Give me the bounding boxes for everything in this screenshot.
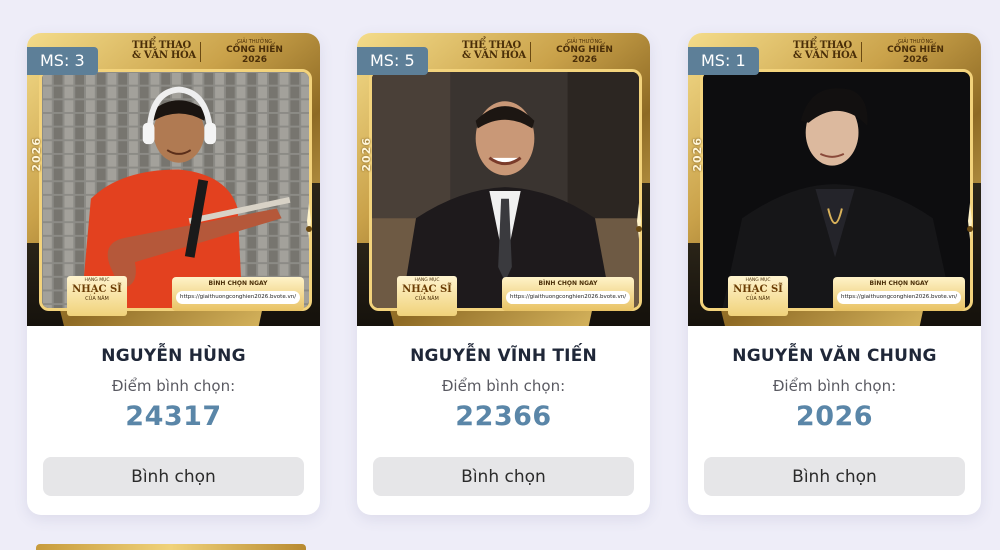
- category-label: HẠNG MỤC NHẠC SĨ CỦA NĂM: [728, 276, 788, 316]
- score-label: Điểm bình chọn:: [111, 377, 236, 395]
- photo-frame: [39, 69, 312, 311]
- candidate-photo: [372, 72, 639, 308]
- candidate-number-badge: MS: 1: [688, 47, 759, 75]
- vote-score: 22366: [455, 401, 552, 432]
- vote-button[interactable]: Bình chọn: [373, 457, 634, 496]
- photo-frame: [369, 69, 642, 311]
- candidate-name: NGUYỄN VĨNH TIẾN: [410, 346, 597, 366]
- candidate-grid: MS: 3 THỂ THAO & VĂN HÓA GIẢI THƯỞNG CỐN…: [0, 0, 1000, 550]
- vote-button[interactable]: Bình chọn: [43, 457, 304, 496]
- trophy-icon: [306, 203, 312, 239]
- vote-score: 24317: [125, 401, 222, 432]
- candidate-poster[interactable]: MS: 3 THỂ THAO & VĂN HÓA GIẢI THƯỞNG CỐN…: [27, 33, 320, 326]
- brand-divider: [530, 42, 531, 62]
- candidate-name: NGUYỄN VĂN CHUNG: [732, 346, 937, 366]
- year-vertical-label: 2026: [360, 137, 373, 172]
- score-label: Điểm bình chọn:: [441, 377, 566, 395]
- brand-logo: THỂ THAO & VĂN HÓA: [462, 40, 526, 61]
- category-label: HẠNG MỤC NHẠC SĨ CỦA NĂM: [67, 276, 127, 316]
- brand-logo: THỂ THAO & VĂN HÓA: [793, 40, 857, 61]
- next-card-peek: [36, 544, 306, 550]
- candidate-photo: [703, 72, 970, 308]
- brand-logo: THỂ THAO & VĂN HÓA: [132, 40, 196, 61]
- vote-now-box: BÌNH CHỌN NGAY https://giaithuongconghie…: [502, 277, 634, 311]
- award-title: GIẢI THƯỞNG CỐNG HIẾN 2026: [887, 39, 944, 65]
- vote-score: 2026: [795, 401, 874, 432]
- candidate-number-badge: MS: 3: [27, 47, 98, 75]
- award-brand-header: THỂ THAO & VĂN HÓA GIẢI THƯỞNG CỐNG HIẾN…: [793, 39, 968, 67]
- award-brand-header: THỂ THAO & VĂN HÓA GIẢI THƯỞNG CỐNG HIẾN…: [462, 39, 637, 67]
- trophy-icon: [967, 203, 973, 239]
- award-brand-header: THỂ THAO & VĂN HÓA GIẢI THƯỞNG CỐNG HIẾN…: [132, 39, 307, 67]
- score-label: Điểm bình chọn:: [772, 377, 897, 395]
- award-title: GIẢI THƯỞNG CỐNG HIẾN 2026: [226, 39, 283, 65]
- vote-url: https://giaithuongconghien2026.bvote.vn/: [176, 291, 300, 304]
- year-vertical-label: 2026: [30, 137, 43, 172]
- vote-url: https://giaithuongconghien2026.bvote.vn/: [506, 291, 630, 304]
- candidate-card: MS: 5 THỂ THAO & VĂN HÓA GIẢI THƯỞNG CỐN…: [357, 33, 650, 515]
- category-label: HẠNG MỤC NHẠC SĨ CỦA NĂM: [397, 276, 457, 316]
- trophy-icon: [636, 203, 642, 239]
- vote-button[interactable]: Bình chọn: [704, 457, 965, 496]
- candidate-poster[interactable]: MS: 1 THỂ THAO & VĂN HÓA GIẢI THƯỞNG CỐN…: [688, 33, 981, 326]
- brand-divider: [861, 42, 862, 62]
- brand-divider: [200, 42, 201, 62]
- photo-frame: [700, 69, 973, 311]
- vote-now-box: BÌNH CHỌN NGAY https://giaithuongconghie…: [172, 277, 304, 311]
- candidate-name: NGUYỄN HÙNG: [101, 346, 246, 366]
- candidate-card: MS: 3 THỂ THAO & VĂN HÓA GIẢI THƯỞNG CỐN…: [27, 33, 320, 515]
- year-vertical-label: 2026: [691, 137, 704, 172]
- candidate-poster[interactable]: MS: 5 THỂ THAO & VĂN HÓA GIẢI THƯỞNG CỐN…: [357, 33, 650, 326]
- award-title: GIẢI THƯỞNG CỐNG HIẾN 2026: [556, 39, 613, 65]
- candidate-photo: [42, 72, 309, 308]
- candidate-number-badge: MS: 5: [357, 47, 428, 75]
- vote-now-box: BÌNH CHỌN NGAY https://giaithuongconghie…: [833, 277, 965, 311]
- candidate-card: MS: 1 THỂ THAO & VĂN HÓA GIẢI THƯỞNG CỐN…: [688, 33, 981, 515]
- vote-url: https://giaithuongconghien2026.bvote.vn/: [837, 291, 961, 304]
